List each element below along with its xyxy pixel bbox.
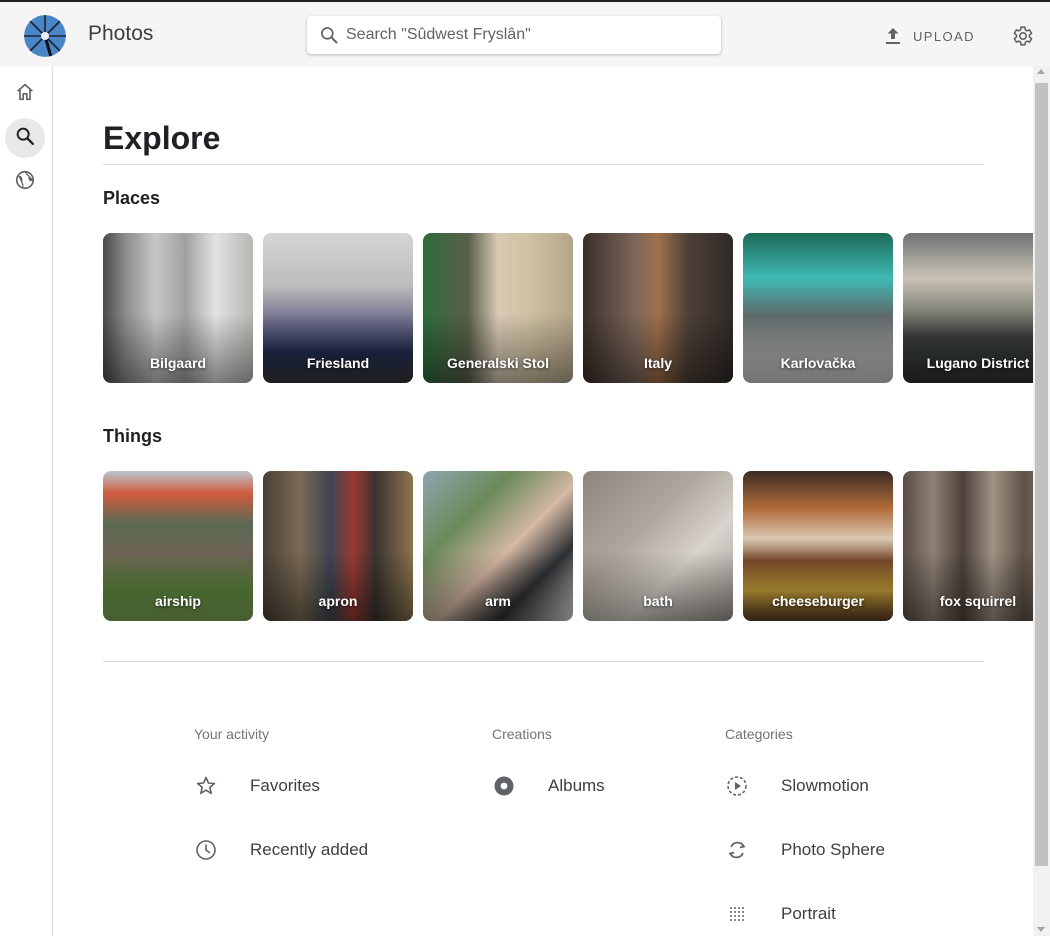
thing-tile[interactable]: arm xyxy=(423,471,573,621)
things-row: airship apron arm bath cheeseburger fox … xyxy=(103,471,1033,621)
search-input[interactable] xyxy=(346,16,711,54)
explore-page: Explore Places Bilgaard Friesland Genera… xyxy=(54,66,1033,936)
photo-sphere-label: Photo Sphere xyxy=(781,840,885,859)
sidebar-item-map[interactable] xyxy=(5,162,45,202)
place-tile[interactable]: Friesland xyxy=(263,233,413,383)
thing-tile[interactable]: fox squirrel xyxy=(903,471,1033,621)
photosphere-icon xyxy=(725,838,749,862)
things-heading: Things xyxy=(103,426,162,446)
place-tile[interactable]: Karlovačka xyxy=(743,233,893,383)
thing-tile[interactable]: apron xyxy=(263,471,413,621)
portrait-icon xyxy=(725,902,749,926)
albums-link[interactable]: Albums xyxy=(492,771,605,801)
place-label: Italy xyxy=(643,355,672,371)
album-icon xyxy=(492,774,516,798)
creations-heading: Creations xyxy=(492,726,552,742)
globe-icon xyxy=(14,169,36,196)
tile-shade xyxy=(103,551,253,621)
place-label: Lugano District xyxy=(926,355,1030,371)
recently-added-label: Recently added xyxy=(250,840,369,859)
place-label: Bilgaard xyxy=(149,355,206,371)
place-tile[interactable]: Italy xyxy=(583,233,733,383)
thing-tile[interactable]: airship xyxy=(103,471,253,621)
app-title: Photos xyxy=(88,22,154,45)
scrollbar[interactable] xyxy=(1033,66,1050,936)
thing-label: bath xyxy=(643,593,673,609)
search-icon xyxy=(319,25,339,45)
thing-tile[interactable]: bath xyxy=(583,471,733,621)
place-tile[interactable]: Lugano District xyxy=(903,233,1033,383)
tile-shade xyxy=(903,551,1033,621)
title-divider xyxy=(103,164,984,165)
activity-heading: Your activity xyxy=(194,726,269,742)
sidebar-item-search[interactable] xyxy=(5,118,45,158)
slowmotion-link[interactable]: Slowmotion xyxy=(725,771,869,801)
star-icon xyxy=(194,774,218,798)
search-box[interactable] xyxy=(307,16,721,54)
sidebar xyxy=(0,66,53,936)
tile-shade xyxy=(103,313,253,383)
slowmotion-label: Slowmotion xyxy=(781,776,869,795)
thing-tile[interactable]: cheeseburger xyxy=(743,471,893,621)
place-label: Karlovačka xyxy=(780,355,856,371)
thing-label: apron xyxy=(318,593,358,609)
recently-added-link[interactable]: Recently added xyxy=(194,835,368,865)
thing-label: airship xyxy=(155,593,201,609)
slowmotion-icon xyxy=(725,774,749,798)
places-heading: Places xyxy=(103,188,161,208)
favorites-link[interactable]: Favorites xyxy=(194,771,320,801)
place-label: Friesland xyxy=(306,355,370,371)
favorites-label: Favorites xyxy=(250,776,320,795)
thing-label: fox squirrel xyxy=(939,593,1017,609)
scroll-down-arrow-icon[interactable] xyxy=(1037,927,1045,932)
tile-shade xyxy=(743,551,893,621)
upload-icon xyxy=(884,26,902,46)
photo-sphere-link[interactable]: Photo Sphere xyxy=(725,835,885,865)
clock-icon xyxy=(194,838,218,862)
portrait-label: Portrait xyxy=(781,904,836,923)
categories-heading: Categories xyxy=(725,726,793,742)
tile-shade xyxy=(263,551,413,621)
thing-label: arm xyxy=(485,593,511,609)
section-divider xyxy=(103,661,984,662)
home-icon xyxy=(14,81,36,108)
tile-shade xyxy=(423,551,573,621)
top-bar: Photos UPLOAD xyxy=(0,0,1050,66)
albums-label: Albums xyxy=(548,776,605,795)
page-title: Explore xyxy=(103,120,221,156)
tile-shade xyxy=(423,313,573,383)
upload-label: UPLOAD xyxy=(913,28,975,44)
place-tile[interactable]: Bilgaard xyxy=(103,233,253,383)
scroll-up-arrow-icon[interactable] xyxy=(1037,69,1045,74)
places-row: Bilgaard Friesland Generalski Stol Italy… xyxy=(103,233,1033,383)
tile-shade xyxy=(903,313,1033,383)
gear-icon[interactable] xyxy=(1010,24,1034,48)
tile-shade xyxy=(583,551,733,621)
search-icon xyxy=(14,125,36,152)
tile-shade xyxy=(583,313,733,383)
sidebar-item-home[interactable] xyxy=(5,74,45,114)
scroll-thumb[interactable] xyxy=(1035,83,1048,866)
app-logo[interactable] xyxy=(24,15,66,57)
place-tile[interactable]: Generalski Stol xyxy=(423,233,573,383)
upload-button[interactable]: UPLOAD xyxy=(884,24,975,48)
tile-shade xyxy=(263,313,413,383)
place-label: Generalski Stol xyxy=(447,355,549,371)
thing-label: cheeseburger xyxy=(772,593,864,609)
tile-shade xyxy=(743,313,893,383)
portrait-link[interactable]: Portrait xyxy=(725,899,836,929)
